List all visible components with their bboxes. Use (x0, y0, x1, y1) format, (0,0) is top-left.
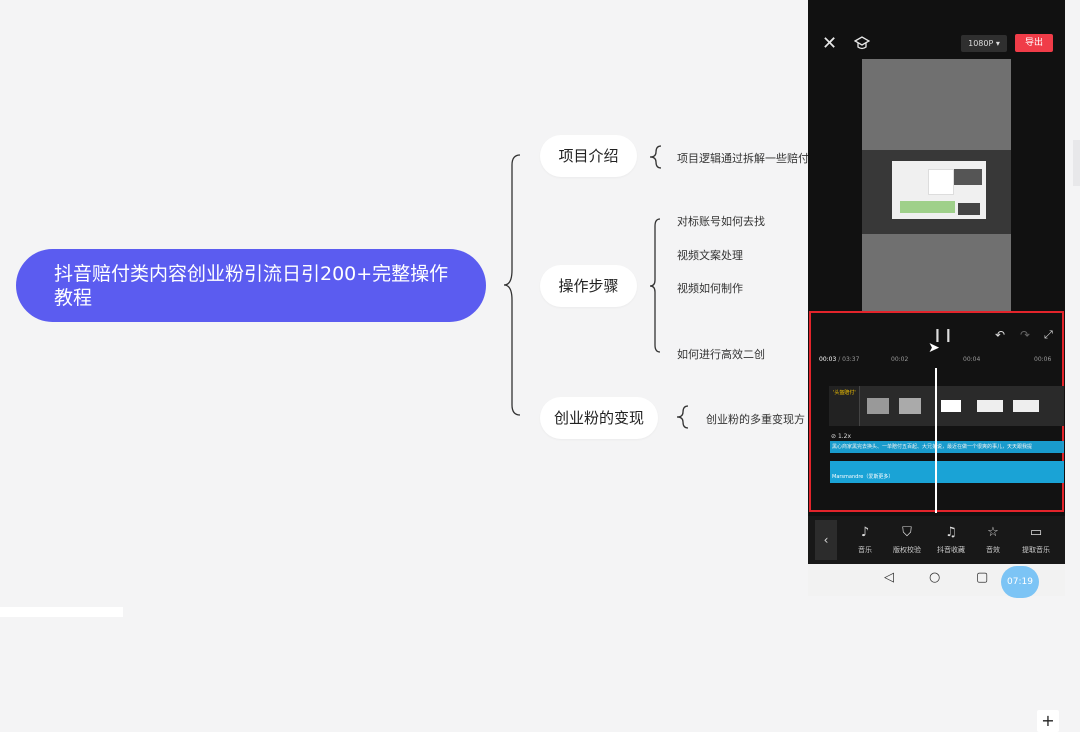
douyin-icon: ♫ (945, 525, 957, 540)
leaf-video-making[interactable]: 视频如何制作 (677, 280, 743, 296)
leaf-project-logic[interactable]: 项目逻辑通过拆解一些赔付 (677, 150, 808, 166)
tick-label: 00:04 (963, 356, 981, 363)
phone-status-bar (808, 0, 1065, 30)
clip-caption: '头盔赔付' (833, 390, 856, 396)
fullscreen-icon[interactable]: ⤢ (1044, 328, 1053, 342)
tool-label: 提取音乐 (1022, 546, 1050, 554)
resolution-select[interactable]: 1080P ▾ (961, 35, 1007, 52)
tool-extract-music[interactable]: ▭ 提取音乐 (1016, 525, 1056, 555)
recording-time-badge[interactable]: 07:19 (1001, 566, 1039, 598)
leaf-remix[interactable]: 如何进行高效二创 (677, 346, 765, 362)
audio-toolbar: ‹ ♪ 音乐 ⛉ 版权校验 ♫ 抖音收藏 ☆ 音效 ▭ 提取音乐 (808, 516, 1065, 564)
video-frame-thumbnail (892, 161, 986, 219)
nav-back-icon[interactable]: ◁ (884, 570, 894, 585)
add-clip-button[interactable]: + (1037, 710, 1059, 732)
redo-icon[interactable]: ↷ (1020, 328, 1030, 342)
leaf-monetization[interactable]: 创业粉的多重变现方 (706, 411, 808, 427)
playhead[interactable] (935, 368, 937, 513)
current-time: 00:03 (819, 356, 837, 363)
tool-label: 抖音收藏 (937, 546, 965, 554)
speed-badge: ⊘ 1.2x (831, 433, 852, 440)
back-chevron-icon[interactable]: ‹ (815, 520, 837, 560)
undo-icon[interactable]: ↶ (995, 328, 1005, 342)
branch-project-intro[interactable]: 项目介绍 (540, 135, 637, 177)
nav-home-icon[interactable]: ○ (929, 570, 940, 585)
caption-track-text: 黑心商家黑完去换头、一单赔付五百起、大兄弟说，最近在做一个很爽的事儿，天天跟我提 (832, 444, 1033, 450)
total-time: / 03:37 (836, 356, 860, 363)
speed-label: 1.2x (837, 433, 852, 440)
sound-effect-icon: ☆ (987, 525, 999, 540)
side-panel-tab[interactable] (1073, 140, 1080, 186)
leaf-script-processing[interactable]: 视频文案处理 (677, 247, 743, 263)
extract-music-icon: ▭ (1029, 525, 1043, 540)
branch-monetization[interactable]: 创业粉的变现 (540, 397, 658, 439)
copyright-check-icon: ⛉ (902, 525, 912, 540)
leaf-find-accounts[interactable]: 对标账号如何去找 (677, 213, 765, 229)
mindmap-root-node[interactable]: 抖音赔付类内容创业粉引流日引200+完整操作教程 (16, 249, 486, 322)
video-clip-track[interactable]: '头盔赔付' (829, 386, 1064, 426)
close-icon[interactable]: ✕ (822, 33, 837, 54)
tick-label: 00:02 (891, 356, 909, 363)
tick-label: 00:06 (1034, 356, 1052, 363)
root-title: 抖音赔付类内容创业粉引流日引200+完整操作教程 (54, 263, 449, 309)
caption-audio-track[interactable]: 黑心商家黑完去换头、一单赔付五百起、大兄弟说，最近在做一个很爽的事儿，天天跟我提 (830, 441, 1064, 453)
music-icon: ♪ (860, 525, 870, 540)
music-track[interactable]: Marsmandre（爱斯更多） (830, 461, 1064, 483)
tool-label: 音乐 (858, 546, 872, 554)
tool-label: 版权校验 (893, 546, 921, 554)
export-button[interactable]: 导出 (1015, 34, 1053, 52)
tool-label: 音效 (986, 546, 1000, 554)
music-track-name: Marsmandre（爱斯更多） (832, 474, 894, 480)
nav-recents-icon[interactable]: ▢ (976, 570, 988, 585)
tool-douyin-favorites[interactable]: ♫ 抖音收藏 (931, 525, 971, 555)
tutorial-icon[interactable] (853, 35, 871, 54)
status-strip (0, 607, 123, 617)
phone-video-editor: ✕ 1080P ▾ 导出 ❙❙ ↶ ↷ ⤢ 00:03 / 03:37 00:0… (808, 0, 1065, 732)
tool-music[interactable]: ♪ 音乐 (845, 525, 885, 555)
tool-sound-effects[interactable]: ☆ 音效 (973, 525, 1013, 555)
branch-operation-steps[interactable]: 操作步骤 (540, 265, 637, 307)
mouse-cursor-icon: ➤ (928, 340, 940, 356)
tool-copyright-check[interactable]: ⛉ 版权校验 (887, 525, 927, 555)
